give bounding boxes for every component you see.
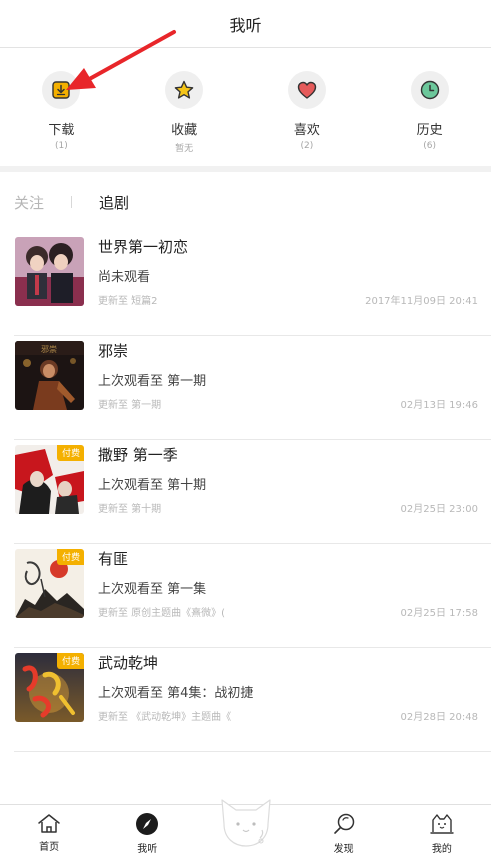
list-item[interactable]: 付费 武动乾坤 上次观看至 第4集：战初捷 更新至 《武动乾坤》主题曲《 02月…	[0, 648, 491, 752]
quick-history-count: (6)	[423, 141, 436, 151]
nav-home-label: 首页	[39, 842, 60, 853]
item-update: 更新至 第十期	[98, 504, 162, 515]
item-watch-status: 上次观看至 第一集	[98, 582, 207, 597]
cover-image[interactable]: 付费	[15, 445, 84, 514]
page-title: 我听	[229, 15, 262, 35]
tab-follow[interactable]: 关注	[14, 192, 44, 213]
item-update: 更新至 《武动乾坤》主题曲《	[98, 712, 232, 723]
item-update: 更新至 第一期	[98, 400, 162, 411]
tab-bar: 关注 追剧	[0, 172, 491, 232]
quick-history[interactable]: 历史 (6)	[368, 49, 491, 166]
item-update: 更新至 短篇2	[98, 296, 158, 307]
cover-image[interactable]: 付费	[15, 549, 84, 618]
item-title: 有匪	[98, 550, 129, 568]
quick-download-label: 下载	[48, 123, 75, 138]
item-watch-status: 上次观看至 第十期	[98, 478, 207, 493]
item-date: 2017年11月09日 20:41	[365, 296, 478, 307]
series-list: 世界第一初恋 尚未观看 更新至 短篇2 2017年11月09日 20:41 邪崇…	[0, 232, 491, 752]
quick-likes-count: (2)	[300, 141, 314, 151]
list-item[interactable]: 付费 有匪 上次观看至 第一集 更新至 原创主题曲《熹微》( 02月25日 17…	[0, 544, 491, 648]
item-title: 武动乾坤	[98, 654, 159, 672]
nav-mylisten[interactable]: 我听	[98, 805, 196, 853]
quick-download-count: (1)	[55, 141, 68, 151]
tab-chase[interactable]: 追剧	[99, 192, 129, 213]
item-title: 撒野 第一季	[98, 446, 178, 464]
home-icon	[35, 812, 63, 834]
cover-image[interactable]: 付费	[15, 653, 84, 722]
quick-favorites-label: 收藏	[171, 123, 198, 138]
quick-favorites-count: 暂无	[175, 144, 194, 154]
list-item[interactable]: 邪崇 邪崇 上次观看至 第一期 更新至 第一期 02月13日 19:46	[0, 336, 491, 440]
profile-cat-icon	[428, 812, 456, 836]
item-date: 02月13日 19:46	[400, 400, 478, 411]
tab-separator	[71, 196, 73, 208]
discover-search-icon	[330, 812, 358, 836]
list-item[interactable]: 世界第一初恋 尚未观看 更新至 短篇2 2017年11月09日 20:41	[0, 232, 491, 336]
paid-badge: 付费	[56, 549, 84, 565]
quick-likes[interactable]: 喜欢 (2)	[246, 49, 369, 166]
item-date: 02月28日 20:48	[400, 712, 478, 723]
compass-icon	[133, 812, 161, 836]
nav-discover-label: 发现	[333, 844, 354, 853]
item-watch-status: 上次观看至 第一期	[98, 374, 207, 389]
nav-home[interactable]: 首页	[0, 805, 98, 853]
item-title: 世界第一初恋	[98, 238, 189, 256]
quick-likes-label: 喜欢	[293, 123, 320, 138]
paid-badge: 付费	[56, 653, 84, 669]
nav-me[interactable]: 我的	[393, 805, 491, 853]
nav-mylisten-label: 我听	[137, 844, 158, 853]
item-date: 02月25日 23:00	[400, 504, 478, 515]
annotation-arrow-icon	[66, 30, 176, 90]
cover-image[interactable]	[15, 237, 84, 306]
heart-icon[interactable]	[287, 71, 326, 109]
item-title: 邪崇	[98, 342, 129, 360]
nav-discover[interactable]: 发现	[295, 805, 393, 853]
cover-image[interactable]: 邪崇	[15, 341, 84, 410]
item-date: 02月25日 17:58	[400, 608, 478, 619]
paid-badge: 付费	[56, 445, 84, 461]
quick-history-label: 历史	[416, 123, 443, 138]
item-watch-status: 上次观看至 第4集：战初捷	[98, 686, 254, 701]
item-watch-status: 尚未观看	[98, 270, 151, 285]
nav-me-label: 我的	[431, 844, 452, 853]
clock-icon[interactable]	[410, 71, 449, 109]
item-update: 更新至 原创主题曲《熹微》(	[98, 608, 226, 619]
svg-text:邪崇: 邪崇	[41, 345, 57, 354]
list-item[interactable]: 付费 撒野 第一季 上次观看至 第十期 更新至 第十期 02月25日 23:00	[0, 440, 491, 544]
cat-mascot-icon[interactable]	[216, 790, 276, 852]
